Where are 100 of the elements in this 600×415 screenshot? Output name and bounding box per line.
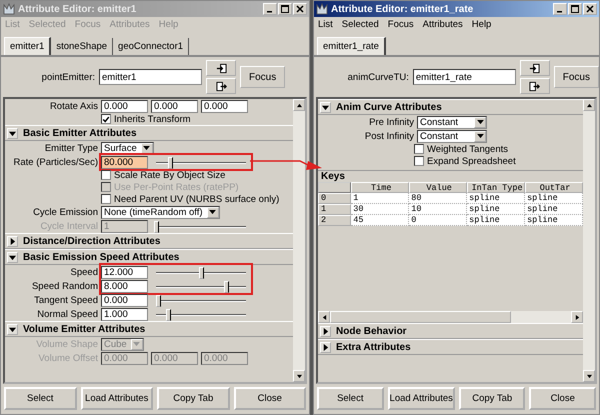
dropdown[interactable]: Surface [101,142,154,154]
menu-item[interactable]: Selected [342,18,379,30]
number-field[interactable]: 0.000 [201,100,248,112]
expand-toggle-icon[interactable] [7,252,18,262]
slider-thumb[interactable] [156,294,161,306]
section-header[interactable]: Distance/Direction Attributes [5,233,293,249]
column-header[interactable]: OutTar [525,182,583,193]
scroll-down-icon[interactable] [293,370,305,382]
action-button[interactable]: Close [234,387,306,410]
section-header[interactable]: Volume Emitter Attributes [5,321,293,337]
close-button[interactable] [293,3,307,15]
scroll-left-icon[interactable] [318,311,330,323]
menu-item[interactable]: List [318,18,333,30]
expand-toggle-icon[interactable] [7,128,18,138]
menu-item[interactable]: Help [472,18,492,30]
expand-toggle-icon[interactable] [7,324,18,334]
action-button[interactable]: Copy Tab [157,387,230,410]
number-field[interactable]: 0.000 [101,100,148,112]
number-field[interactable]: 8.000 [101,280,148,292]
dropdown[interactable]: Constant [417,116,487,128]
row-index: 1 [318,204,352,215]
number-field[interactable]: 1.000 [101,308,148,320]
slider[interactable] [156,220,246,232]
dropdown[interactable]: None (timeRandom off) [101,206,220,218]
tab[interactable]: emitter1 [4,37,52,55]
menu-item[interactable]: Focus [388,18,414,30]
section-header[interactable]: Basic Emitter Attributes [5,125,293,141]
minimize-button[interactable] [553,3,567,15]
load-output-button[interactable] [206,78,236,94]
slider[interactable] [156,156,246,168]
table-cell[interactable]: spline [467,204,526,215]
column-header[interactable]: Time [351,182,410,193]
number-field[interactable]: 0.000 [101,294,148,306]
slider[interactable] [156,294,246,306]
node-name-field[interactable]: emitter1_rate [412,69,516,85]
attribute-label: Pre Infinity [368,116,414,128]
column-header[interactable]: Value [409,182,468,193]
scroll-thumb[interactable] [330,311,511,323]
maximize-button[interactable] [568,3,582,15]
checkbox[interactable] [101,114,111,124]
expand-toggle-icon[interactable] [320,102,331,112]
slider-thumb[interactable] [168,156,172,168]
table-cell[interactable]: spline [467,193,526,204]
dropdown[interactable]: Constant [417,130,487,142]
scroll-down-icon[interactable] [583,370,595,382]
checkbox[interactable] [414,144,424,154]
action-button[interactable]: Load Attributes [80,387,153,410]
number-field[interactable]: 80.000 [101,156,148,168]
scroll-up-icon[interactable] [583,99,595,111]
number-field[interactable]: 12.000 [101,266,148,278]
number-field[interactable]: 0.000 [151,100,198,112]
action-button[interactable]: Copy Tab [458,387,526,410]
row-index: 0 [318,193,352,204]
node-name-field[interactable]: emitter1 [99,69,202,85]
close-button[interactable] [583,3,597,15]
section-header[interactable]: Node Behavior [318,323,583,339]
table-cell[interactable]: 0 [409,215,468,226]
action-button[interactable]: Select [4,387,76,410]
table-cell[interactable]: 1 [351,193,410,204]
section-header[interactable]: Extra Attributes [318,339,583,355]
expand-toggle-icon[interactable] [320,326,331,336]
section-header[interactable]: Anim Curve Attributes [318,99,583,115]
table-cell[interactable]: spline [525,204,583,215]
maximize-button[interactable] [278,3,292,15]
action-button[interactable]: Load Attributes [388,387,455,410]
checkbox[interactable] [101,194,111,204]
load-input-button[interactable] [520,60,550,76]
scroll-right-icon[interactable] [571,311,583,323]
horizontal-scrollbar[interactable] [318,311,583,323]
slider[interactable] [156,280,246,292]
action-button[interactable]: Select [317,387,384,410]
table-cell[interactable]: 30 [351,204,410,215]
focus-button[interactable]: Focus [554,66,599,88]
checkbox[interactable] [414,156,424,166]
slider-thumb[interactable] [224,280,230,292]
section-header[interactable]: Basic Emission Speed Attributes [5,249,293,265]
tab[interactable]: emitter1_rate [317,37,386,55]
slider-thumb[interactable] [199,266,204,278]
expand-toggle-icon[interactable] [320,342,331,352]
load-input-button[interactable] [206,60,236,76]
expand-toggle-icon[interactable] [7,236,18,246]
vertical-scrollbar[interactable] [293,99,305,382]
table-cell[interactable]: 45 [351,215,410,226]
scroll-up-icon[interactable] [293,99,305,111]
load-output-button[interactable] [520,78,550,94]
table-cell[interactable]: 80 [409,193,468,204]
vertical-scrollbar[interactable] [583,99,595,382]
table-cell[interactable]: 10 [409,204,468,215]
table-cell[interactable]: spline [467,215,526,226]
minimize-button[interactable] [263,3,277,15]
action-button[interactable]: Close [529,387,596,410]
column-header[interactable]: InTan Type [467,182,526,193]
table-cell[interactable]: spline [525,215,583,226]
slider[interactable] [156,308,246,320]
menu-item[interactable]: Attributes [422,18,463,30]
slider[interactable] [156,266,246,278]
checkbox[interactable] [101,170,111,180]
focus-button[interactable]: Focus [240,66,286,88]
slider-thumb[interactable] [166,308,171,320]
table-cell[interactable]: spline [525,193,583,204]
